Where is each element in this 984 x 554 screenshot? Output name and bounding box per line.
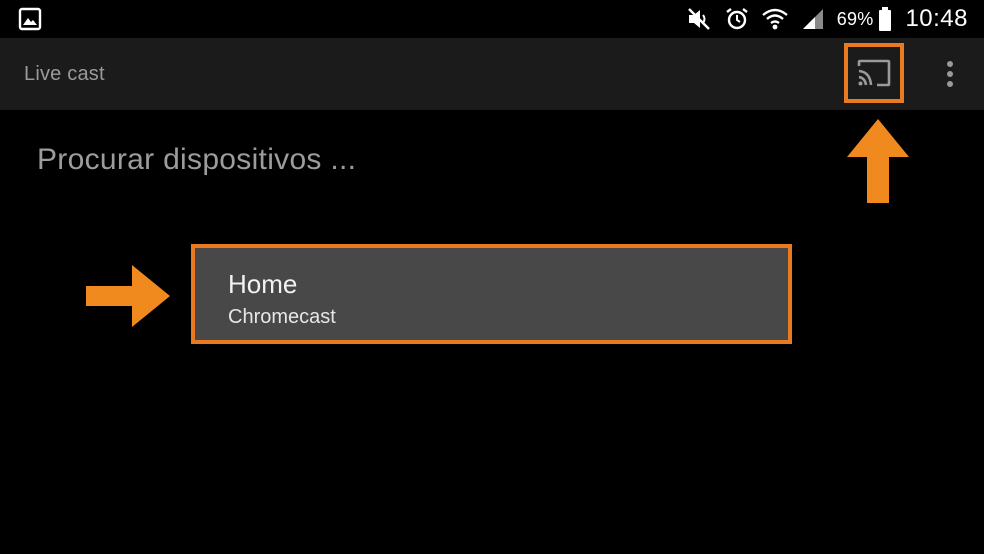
- overflow-menu-button[interactable]: [936, 56, 964, 92]
- right-arrow-icon: [86, 265, 170, 327]
- device-item-home[interactable]: Home Chromecast: [191, 244, 792, 344]
- wifi-icon: [761, 5, 789, 33]
- battery-icon: [877, 5, 893, 33]
- clock: 10:48: [905, 5, 968, 32]
- cast-icon: [857, 59, 891, 87]
- alarm-icon: [723, 5, 751, 33]
- battery-percent: 69%: [836, 8, 874, 29]
- app-title: Live cast: [24, 63, 105, 85]
- status-bar: 69% 10:48: [0, 0, 984, 38]
- gallery-icon: [18, 7, 42, 31]
- overflow-menu-icon: [947, 61, 953, 87]
- app-bar: Live cast: [0, 38, 984, 110]
- cast-button[interactable]: [844, 43, 904, 103]
- signal-icon: [799, 5, 827, 33]
- searching-devices-label: Procurar dispositivos ...: [37, 143, 357, 176]
- device-type: Chromecast: [228, 306, 336, 328]
- mute-icon: [685, 5, 713, 33]
- device-name: Home: [228, 269, 298, 299]
- up-arrow-icon: [847, 119, 909, 203]
